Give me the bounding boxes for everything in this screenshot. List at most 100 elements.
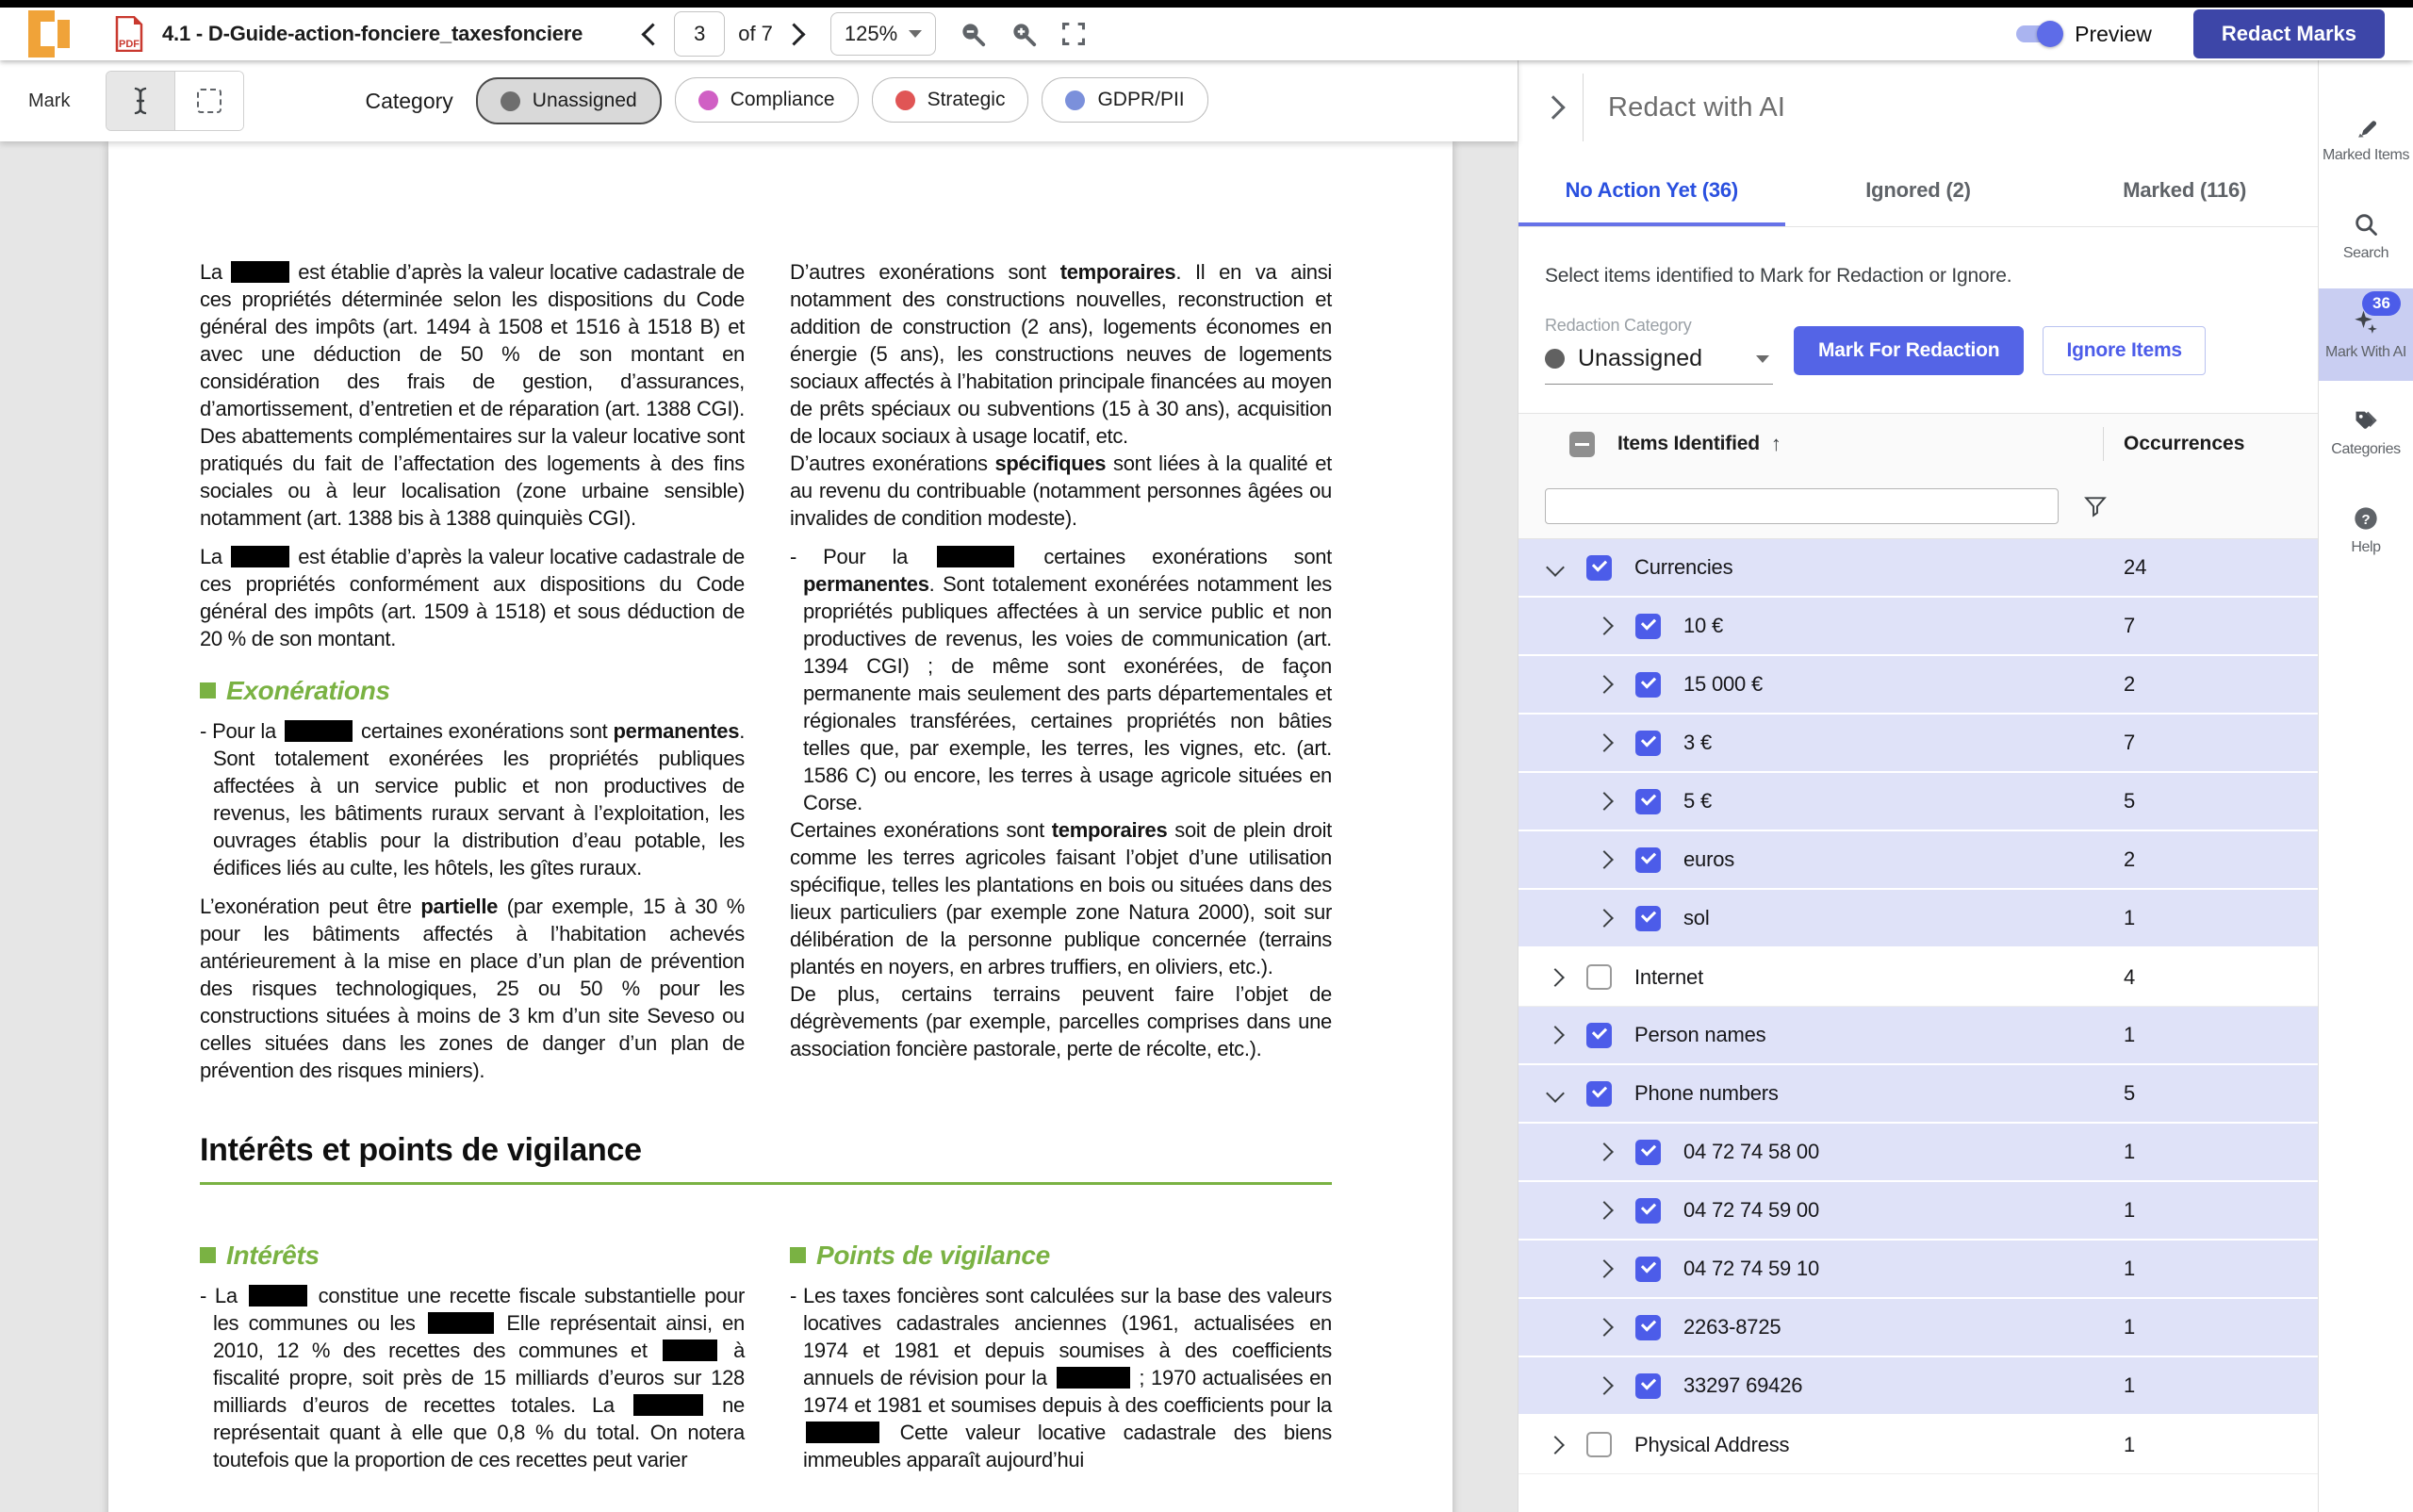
marquee-icon — [197, 89, 222, 113]
item-checkbox[interactable] — [1635, 906, 1661, 931]
chevron-right-icon[interactable] — [1595, 792, 1614, 811]
tab-no-action-yet-36-[interactable]: No Action Yet (36) — [1518, 155, 1785, 226]
chevron-right-icon[interactable] — [1595, 909, 1614, 928]
item-checkbox[interactable] — [1635, 1315, 1661, 1340]
subheading-text: Intérêts — [226, 1241, 320, 1269]
item-checkbox[interactable] — [1635, 614, 1661, 639]
mark-for-redaction-button[interactable]: Mark For Redaction — [1794, 326, 2024, 375]
preview-toggle[interactable] — [2016, 25, 2060, 42]
item-checkbox[interactable] — [1635, 1257, 1661, 1282]
rail-item-search[interactable]: Search — [2319, 190, 2413, 283]
sort-ascending-icon[interactable]: ↑ — [1771, 432, 1781, 456]
chevron-right-icon[interactable] — [1595, 616, 1614, 635]
chevron-right-icon[interactable] — [1595, 1259, 1614, 1278]
category-pill-unassigned[interactable]: Unassigned — [476, 77, 662, 124]
item-checkbox[interactable] — [1635, 1140, 1661, 1165]
item-row[interactable]: Physical Address1 — [1518, 1416, 2318, 1474]
redaction-box — [937, 546, 1014, 567]
redact-marks-button[interactable]: Redact Marks — [2193, 9, 2385, 58]
rail-item-categories[interactable]: Categories — [2319, 386, 2413, 479]
item-checkbox[interactable] — [1635, 1198, 1661, 1224]
item-row[interactable]: Internet4 — [1518, 948, 2318, 1007]
ignore-items-button[interactable]: Ignore Items — [2043, 326, 2205, 375]
items-filter-input[interactable] — [1545, 488, 2059, 524]
item-row[interactable]: 5 €5 — [1518, 773, 2318, 831]
chevron-right-icon[interactable] — [1546, 968, 1565, 987]
chevron-right-icon[interactable] — [1546, 1436, 1565, 1454]
text-select-tool-button[interactable] — [107, 72, 175, 130]
rail-item-marked-items[interactable]: Marked Items — [2319, 92, 2413, 185]
tab-ignored-2-[interactable]: Ignored (2) — [1785, 155, 2052, 226]
item-checkbox[interactable] — [1635, 789, 1661, 814]
page-number-input[interactable] — [674, 11, 725, 57]
item-row[interactable]: 33297 694261 — [1518, 1357, 2318, 1416]
item-checkbox[interactable] — [1635, 731, 1661, 756]
item-row[interactable]: euros2 — [1518, 831, 2318, 890]
item-row[interactable]: 04 72 74 59 001 — [1518, 1182, 2318, 1241]
chevron-right-icon[interactable] — [1595, 1376, 1614, 1395]
item-occurrence-count: 1 — [2124, 1315, 2135, 1339]
rail-item-help[interactable]: ?Help — [2319, 485, 2413, 577]
document-viewport[interactable]: La est établie d’après la valeur locativ… — [0, 141, 1518, 1512]
item-occurrence-count: 24 — [2124, 555, 2146, 580]
category-pill-gdpr-pii[interactable]: GDPR/PII — [1042, 77, 1207, 123]
previous-page-button[interactable] — [642, 23, 665, 45]
item-row[interactable]: 2263-87251 — [1518, 1299, 2318, 1357]
item-occurrence-count: 1 — [2124, 1373, 2135, 1398]
zoom-level-select[interactable]: 125% — [830, 12, 936, 56]
rail-item-mark-with-ai[interactable]: 36Mark With AI — [2319, 288, 2413, 381]
item-row[interactable]: Currencies24 — [1518, 539, 2318, 598]
item-row[interactable]: sol1 — [1518, 890, 2318, 948]
collapse-panel-chevron-icon[interactable] — [1541, 95, 1565, 119]
item-occurrence-count: 5 — [2124, 1081, 2135, 1106]
item-checkbox[interactable] — [1635, 1373, 1661, 1399]
category-pill-compliance[interactable]: Compliance — [675, 77, 859, 123]
item-occurrence-count: 1 — [2124, 1023, 2135, 1047]
preview-toggle-knob — [2037, 21, 2063, 47]
item-checkbox[interactable] — [1586, 1081, 1612, 1107]
document-paragraph: - Les taxes foncières sont calculées sur… — [790, 1282, 1332, 1473]
redaction-category-select[interactable]: Unassigned — [1545, 336, 1773, 385]
next-page-button[interactable] — [782, 23, 805, 45]
select-all-checkbox[interactable] — [1569, 432, 1595, 457]
items-list: Currencies2410 €715 000 €23 €75 €5euros2… — [1518, 539, 2318, 1512]
chevron-right-icon[interactable] — [1595, 850, 1614, 869]
item-label: 04 72 74 59 10 — [1683, 1257, 1819, 1281]
item-checkbox[interactable] — [1586, 1023, 1612, 1048]
two-column-block: La est établie d’après la valeur locativ… — [200, 258, 1332, 1095]
item-checkbox[interactable] — [1635, 672, 1661, 698]
zoom-in-button[interactable] — [1010, 20, 1038, 48]
item-row[interactable]: 15 000 €2 — [1518, 656, 2318, 715]
category-pill-strategic[interactable]: Strategic — [872, 77, 1029, 123]
filter-funnel-icon[interactable] — [2083, 494, 2108, 518]
item-checkbox[interactable] — [1586, 1432, 1612, 1457]
page-total-label: of 7 — [738, 22, 773, 46]
zoom-out-button[interactable] — [959, 20, 987, 48]
fullscreen-button[interactable] — [1060, 21, 1087, 47]
item-checkbox[interactable] — [1586, 555, 1612, 581]
area-select-tool-button[interactable] — [175, 72, 243, 130]
chevron-down-icon[interactable] — [1546, 1084, 1565, 1103]
item-checkbox[interactable] — [1586, 964, 1612, 990]
tab-marked-116-[interactable]: Marked (116) — [2051, 155, 2318, 226]
document-paragraph: De plus, certains terrains peuvent faire… — [790, 980, 1332, 1062]
item-row[interactable]: 3 €7 — [1518, 715, 2318, 773]
chevron-right-icon[interactable] — [1595, 1142, 1614, 1161]
text-cursor-icon — [130, 87, 151, 115]
item-row[interactable]: 04 72 74 58 001 — [1518, 1124, 2318, 1182]
unassigned-color-dot — [1545, 349, 1565, 369]
chevron-right-icon[interactable] — [1595, 1201, 1614, 1220]
chevron-right-icon[interactable] — [1595, 675, 1614, 694]
item-row[interactable]: 10 €7 — [1518, 598, 2318, 656]
chevron-right-icon[interactable] — [1595, 733, 1614, 752]
document-paragraph: D’autres exonérations spécifiques sont l… — [790, 450, 1332, 532]
document-zone: Mark Category UnassignedComplianceStrate… — [0, 60, 1518, 1512]
chevron-down-icon[interactable] — [1546, 558, 1565, 577]
redaction-box — [285, 720, 353, 742]
item-row[interactable]: Person names1 — [1518, 1007, 2318, 1065]
item-row[interactable]: 04 72 74 59 101 — [1518, 1241, 2318, 1299]
chevron-right-icon[interactable] — [1595, 1318, 1614, 1337]
item-checkbox[interactable] — [1635, 847, 1661, 873]
item-row[interactable]: Phone numbers5 — [1518, 1065, 2318, 1124]
chevron-right-icon[interactable] — [1546, 1026, 1565, 1044]
